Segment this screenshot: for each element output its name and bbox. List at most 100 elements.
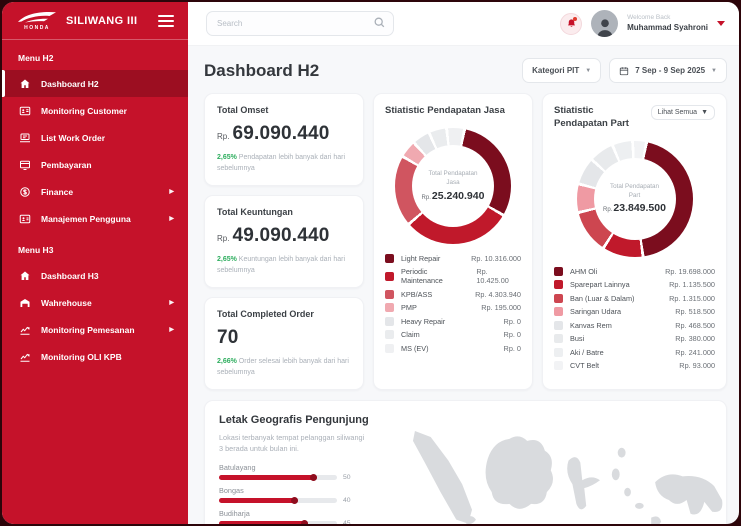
user-greeting: Welcome Back Muhammad Syahroni xyxy=(627,14,708,32)
sidebar-item-dashboard-h2[interactable]: Dashboard H2 xyxy=(2,70,188,97)
stat-percentage: 2,66% xyxy=(217,358,237,365)
pendapatan-jasa-card: Stiatistic Pendapatan Jasa Total Pendapa… xyxy=(373,93,533,390)
legend-value: Rp. 10.425.00 xyxy=(476,267,521,285)
geo-bar-track xyxy=(219,475,337,480)
legend-swatch xyxy=(385,303,394,312)
notification-bell-icon[interactable] xyxy=(560,13,582,35)
legend-row-busi: BusiRp. 380.000 xyxy=(554,334,715,343)
geo-bar-row-budiharja: Budiharja45 xyxy=(219,509,399,524)
part-center-value: Rp.23.849.500 xyxy=(603,202,666,214)
stat-card-total-completed-order: Total Completed Order702,66% Order seles… xyxy=(204,297,364,390)
sidebar-item-monitoring-customer[interactable]: Monitoring Customer xyxy=(2,97,188,124)
app-title: SILIWANG III xyxy=(66,15,137,27)
sidebar-item-list-work-order[interactable]: List Work Order xyxy=(2,124,188,151)
id-card-icon xyxy=(18,104,31,117)
legend-swatch xyxy=(385,254,394,263)
sidebar-item-finance[interactable]: Finance▶ xyxy=(2,178,188,205)
sidebar-section-label: Menu H3 xyxy=(2,232,188,262)
work-order-icon xyxy=(18,131,31,144)
legend-row-ahm-oli: AHM OliRp. 19.698.000 xyxy=(554,267,715,276)
search-input[interactable] xyxy=(206,11,394,36)
date-range-picker[interactable]: 7 Sep - 9 Sep 2025 ▼ xyxy=(609,58,727,83)
legend-label: Busi xyxy=(570,334,584,343)
jasa-chart-title: Stiatistic Pendapatan Jasa xyxy=(385,105,505,118)
jasa-center-value: Rp.25.240.940 xyxy=(422,190,485,202)
geo-bar-value: 45 xyxy=(343,520,351,524)
legend-label: Claim xyxy=(401,330,420,339)
calendar-icon xyxy=(619,66,629,76)
warehouse-icon xyxy=(18,296,31,309)
sidebar-item-label: Monitoring Customer xyxy=(41,106,127,116)
profile-dropdown-caret-icon[interactable] xyxy=(717,21,725,26)
stat-cards-column: Total OmsetRp.69.090.4402,65% Pendapatan… xyxy=(204,93,364,390)
part-donut-chart: Total Pendapatan Part Rp.23.849.500 xyxy=(577,141,693,257)
sidebar-item-label: Dashboard H3 xyxy=(41,271,99,281)
honda-wordmark: HONDA xyxy=(24,25,50,31)
sidebar-item-monitoring-pemesanan[interactable]: Monitoring Pemesanan▶ xyxy=(2,316,188,343)
sidebar-item-manajemen-pengguna[interactable]: Manajemen Pengguna▶ xyxy=(2,205,188,232)
stat-description: 2,66% Order selesai lebih banyak dari ha… xyxy=(217,357,351,378)
legend-swatch xyxy=(554,280,563,289)
legend-row-kpb-ass: KPB/ASSRp. 4.303.940 xyxy=(385,290,521,299)
legend-label: Kanvas Rem xyxy=(570,321,612,330)
sidebar-item-dashboard-h3[interactable]: Dashboard H3 xyxy=(2,262,188,289)
legend-swatch xyxy=(385,330,394,339)
legend-row-pmp: PMPRp. 195.000 xyxy=(385,303,521,312)
topbar: Welcome Back Muhammad Syahroni xyxy=(188,2,739,46)
sidebar-item-monitoring-oli-kpb[interactable]: Monitoring OLI KPB xyxy=(2,343,188,370)
legend-swatch xyxy=(554,334,563,343)
stat-percentage: 2,65% xyxy=(217,154,237,161)
kategori-pit-select[interactable]: Kategori PIT ▼ xyxy=(522,58,601,83)
geo-bar-row-bongas: Bongas40 xyxy=(219,486,399,504)
sidebar-item-label: Dashboard H2 xyxy=(41,79,99,89)
main-area: Welcome Back Muhammad Syahroni Dashboard… xyxy=(188,2,739,524)
legend-row-light-repair: Light RepairRp. 10.316.000 xyxy=(385,254,521,263)
sidebar-item-label: Pembayaran xyxy=(41,160,92,170)
page-content: Dashboard H2 Kategori PIT ▼ 7 Sep - 9 Se… xyxy=(188,46,739,524)
user-avatar[interactable] xyxy=(591,10,618,37)
date-range-label: 7 Sep - 9 Sep 2025 xyxy=(635,66,705,75)
stat-description: 2,65% Keuntungan lebih banyak dari hari … xyxy=(217,255,351,276)
legend-swatch xyxy=(554,307,563,316)
stat-card-total-omset: Total OmsetRp.69.090.4402,65% Pendapatan… xyxy=(204,93,364,186)
part-legend: AHM OliRp. 19.698.000 Sparepart LainnyaRp… xyxy=(554,267,715,371)
search-box xyxy=(206,11,394,36)
chevron-right-icon: ▶ xyxy=(169,326,174,333)
lihat-semua-select[interactable]: Lihat Semua ▼ xyxy=(651,105,715,120)
geo-bar-value: 50 xyxy=(343,474,351,481)
kategori-pit-label: Kategori PIT xyxy=(532,66,579,75)
page-header: Dashboard H2 Kategori PIT ▼ 7 Sep - 9 Se… xyxy=(204,58,727,83)
legend-value: Rp. 518.500 xyxy=(675,307,715,316)
geografis-card: Letak Geografis Pengunjung Lokasi terban… xyxy=(204,400,727,524)
payment-icon xyxy=(18,158,31,171)
chart-icon xyxy=(18,350,31,363)
sidebar-item-label: Manajemen Pengguna xyxy=(41,214,131,224)
sidebar-item-wahrehouse[interactable]: Wahrehouse▶ xyxy=(2,289,188,316)
legend-value: Rp. 1.315.000 xyxy=(669,294,715,303)
jasa-donut-center: Total Pendapatan Jasa Rp.25.240.940 xyxy=(412,145,494,227)
legend-label: Light Repair xyxy=(401,254,440,263)
hamburger-menu-icon[interactable] xyxy=(158,12,174,30)
part-donut-center: Total Pendapatan Part Rp.23.849.500 xyxy=(594,158,676,240)
legend-value: Rp. 0 xyxy=(504,330,521,339)
legend-label: CVT Belt xyxy=(570,361,599,370)
legend-row-kanvas-rem: Kanvas RemRp. 468.500 xyxy=(554,321,715,330)
legend-row-sparepart-lainnya: Sparepart LainnyaRp. 1.135.500 xyxy=(554,280,715,289)
legend-label: Saringan Udara xyxy=(570,307,621,316)
legend-row-aki-batre: Aki / BatreRp. 241.000 xyxy=(554,348,715,357)
sidebar-item-pembayaran[interactable]: Pembayaran xyxy=(2,151,188,178)
legend-label: Ban (Luar & Dalam) xyxy=(570,294,634,303)
chevron-down-icon: ▼ xyxy=(585,68,591,74)
legend-row-claim: Claim Rp. 0 xyxy=(385,330,521,339)
chevron-right-icon: ▶ xyxy=(169,188,174,195)
sidebar-header: HONDA SILIWANG III xyxy=(2,2,188,40)
sidebar-item-label: Wahrehouse xyxy=(41,298,92,308)
legend-row-periodic-maintenance: Periodic MaintenanceRp. 10.425.00 xyxy=(385,267,521,285)
home-icon xyxy=(18,77,31,90)
legend-swatch xyxy=(554,321,563,330)
geo-bar-track xyxy=(219,521,337,524)
legend-row-cvt-belt: CVT BeltRp. 93.000 xyxy=(554,361,715,370)
pendapatan-part-card: Stiatistic Pendapatan Part Lihat Semua ▼… xyxy=(542,93,727,390)
jasa-donut-chart: Total Pendapatan Jasa Rp.25.240.940 xyxy=(395,128,511,244)
search-icon[interactable] xyxy=(373,16,386,29)
